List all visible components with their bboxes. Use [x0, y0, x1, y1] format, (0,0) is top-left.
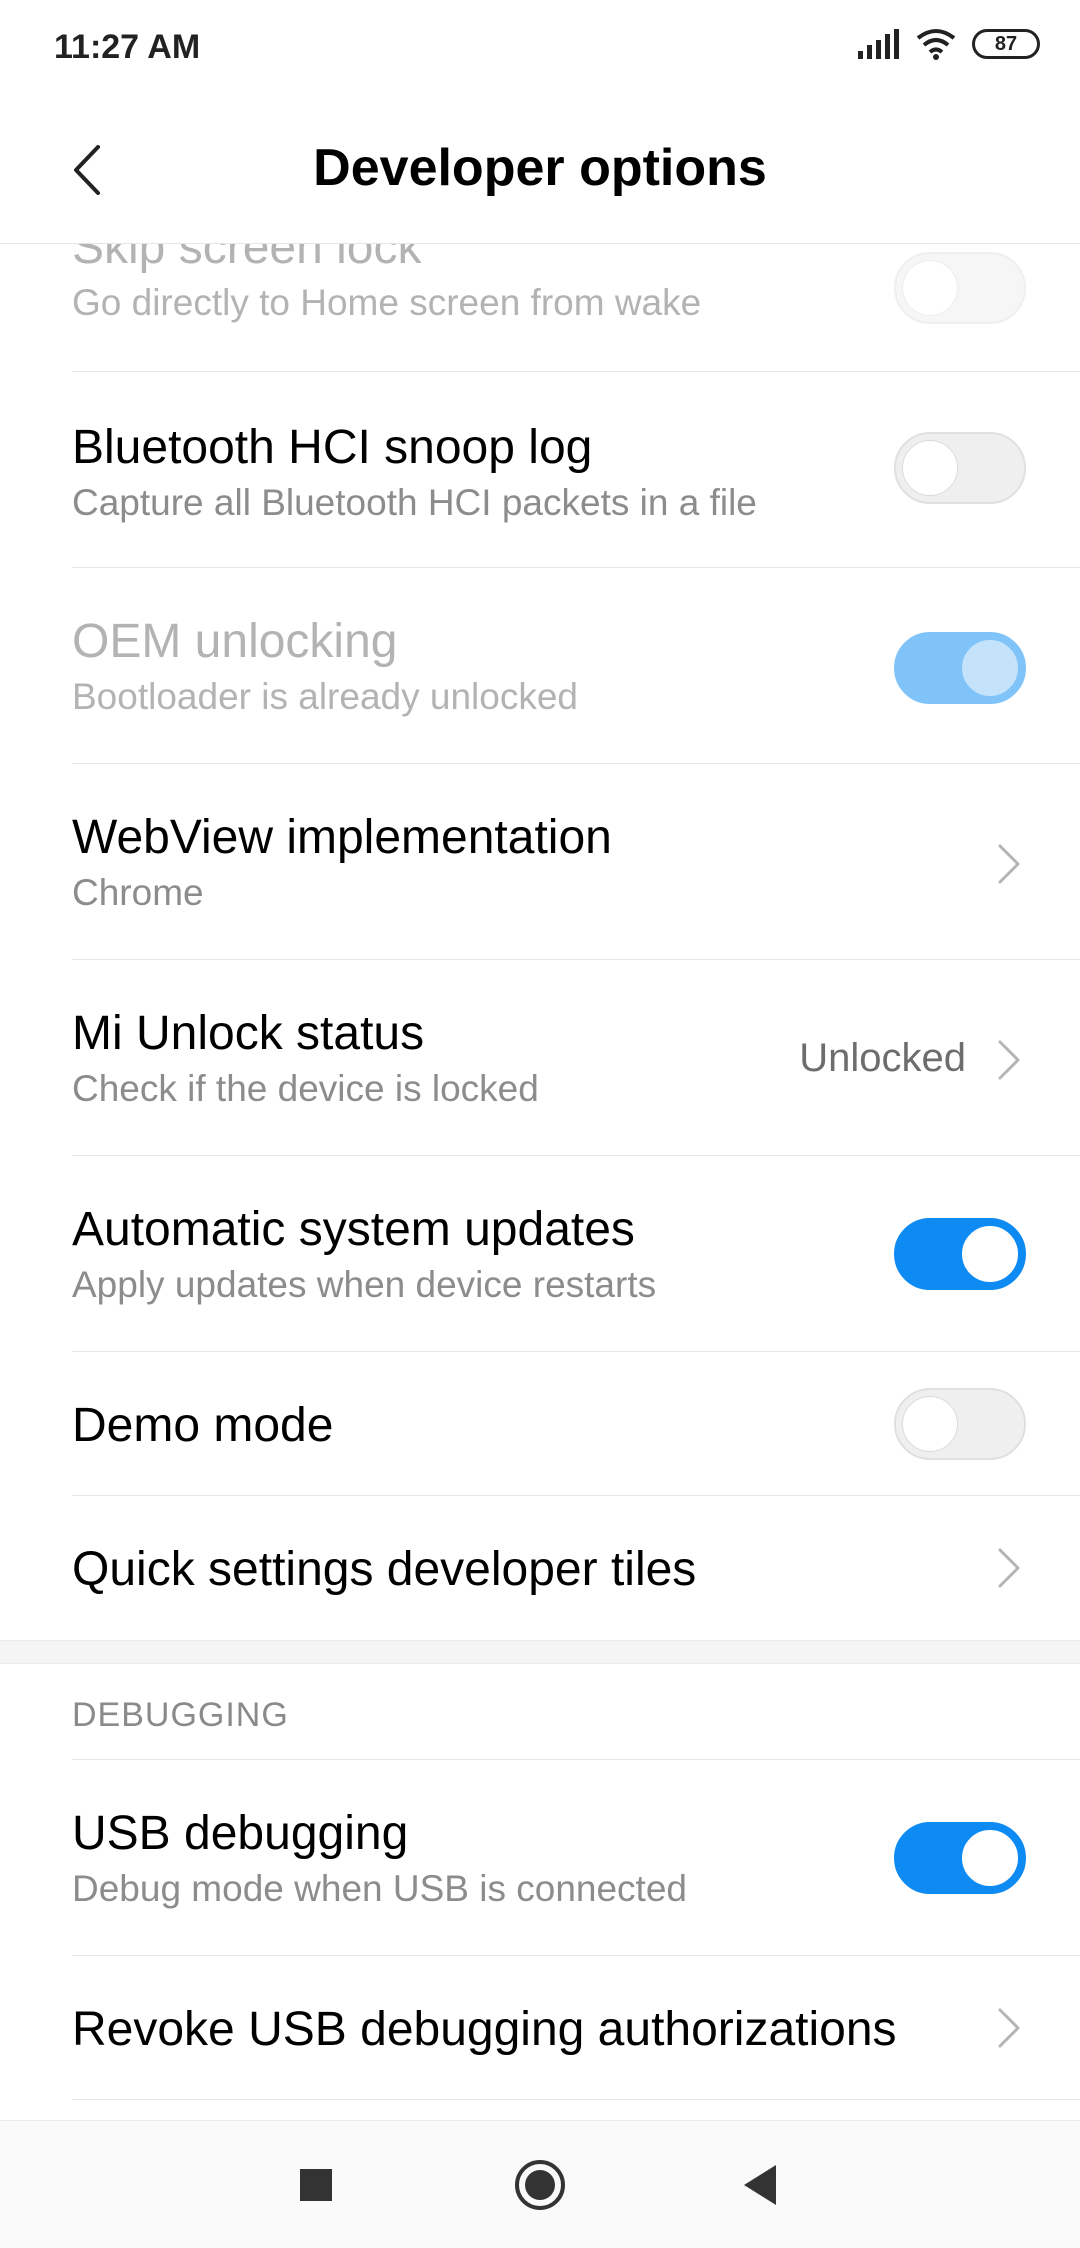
signal-icon: [858, 29, 899, 59]
chevron-right-icon: [998, 2008, 1020, 2048]
home-button[interactable]: [510, 2155, 570, 2215]
circle-icon: [515, 2160, 565, 2210]
oem-unlocking-toggle[interactable]: [894, 632, 1026, 704]
chevron-right-icon: [998, 1548, 1020, 1588]
setting-title: USB debugging: [72, 1807, 409, 1860]
setting-subtitle: Bootloader is already unlocked: [72, 676, 578, 717]
page-title: Developer options: [313, 139, 767, 197]
battery-icon: 87: [972, 29, 1040, 59]
setting-title: Demo mode: [72, 1399, 334, 1452]
setting-automatic-system-updates[interactable]: Automatic system updates Apply updates w…: [0, 1156, 1080, 1352]
setting-subtitle: Apply updates when device restarts: [72, 1264, 657, 1305]
status-time: 11:27 AM: [54, 28, 201, 66]
status-bar: 11:27 AM 87: [0, 0, 1080, 100]
battery-level: 87: [994, 32, 1018, 55]
setting-demo-mode[interactable]: Demo mode: [0, 1352, 1080, 1496]
square-icon: [300, 2169, 332, 2201]
setting-subtitle: Capture all Bluetooth HCI packets in a f…: [72, 482, 757, 523]
toggle-knob: [902, 1396, 958, 1452]
automatic-system-updates-toggle[interactable]: [894, 1218, 1026, 1290]
setting-revoke-usb-debugging-authorizations[interactable]: Revoke USB debugging authorizations: [0, 1956, 1080, 2100]
setting-usb-debugging[interactable]: USB debugging Debug mode when USB is con…: [0, 1760, 1080, 1956]
status-icons: 87: [858, 28, 1040, 60]
toggle-knob: [962, 640, 1018, 696]
navigation-bar: [0, 2120, 1080, 2248]
usb-debugging-toggle[interactable]: [894, 1822, 1026, 1894]
setting-subtitle: Debug mode when USB is connected: [72, 1868, 687, 1909]
section-header: DEBUGGING: [72, 1696, 289, 1734]
wifi-icon: [916, 29, 956, 60]
setting-title: Revoke USB debugging authorizations: [72, 2003, 897, 2056]
triangle-back-icon: [744, 2165, 776, 2205]
setting-oem-unlocking[interactable]: OEM unlocking Bootloader is already unlo…: [0, 568, 1080, 764]
setting-title: Automatic system updates: [72, 1203, 635, 1256]
bluetooth-hci-snoop-log-toggle[interactable]: [894, 432, 1026, 504]
setting-title: Mi Unlock status: [72, 1007, 425, 1060]
toggle-knob: [962, 1830, 1018, 1886]
back-nav-button[interactable]: [730, 2155, 790, 2215]
chevron-right-icon: [998, 1040, 1020, 1080]
setting-mi-unlock-status[interactable]: Mi Unlock status Check if the device is …: [0, 960, 1080, 1156]
header: Developer options: [0, 100, 1080, 244]
toggle-knob: [962, 1226, 1018, 1282]
setting-subtitle: Go directly to Home screen from wake: [72, 282, 702, 323]
setting-quick-settings-developer-tiles[interactable]: Quick settings developer tiles: [0, 1496, 1080, 1640]
chevron-right-icon: [998, 844, 1020, 884]
setting-title: WebView implementation: [72, 811, 612, 864]
setting-skip-screen-lock[interactable]: Skip screen lock Go directly to Home scr…: [0, 244, 1080, 372]
setting-webview-implementation[interactable]: WebView implementation Chrome: [0, 764, 1080, 960]
section-divider: [0, 1640, 1080, 1664]
setting-subtitle: Chrome: [72, 872, 204, 913]
setting-title: Skip screen lock: [72, 244, 422, 274]
setting-title: Bluetooth HCI snoop log: [72, 421, 593, 474]
setting-title: OEM unlocking: [72, 615, 398, 668]
recents-button[interactable]: [286, 2155, 346, 2215]
section-debugging: DEBUGGING: [0, 1664, 1080, 1760]
setting-title: Quick settings developer tiles: [72, 1543, 697, 1596]
setting-bluetooth-hci-snoop-log[interactable]: Bluetooth HCI snoop log Capture all Blue…: [0, 372, 1080, 568]
mi-unlock-status-value: Unlocked: [799, 1036, 966, 1080]
toggle-knob: [902, 440, 958, 496]
toggle-knob: [902, 260, 958, 316]
demo-mode-toggle[interactable]: [894, 1388, 1026, 1460]
skip-screen-lock-toggle[interactable]: [894, 252, 1026, 324]
setting-subtitle: Check if the device is locked: [72, 1068, 539, 1109]
divider: [72, 2099, 1080, 2100]
settings-list[interactable]: Skip screen lock Go directly to Home scr…: [0, 244, 1080, 2120]
